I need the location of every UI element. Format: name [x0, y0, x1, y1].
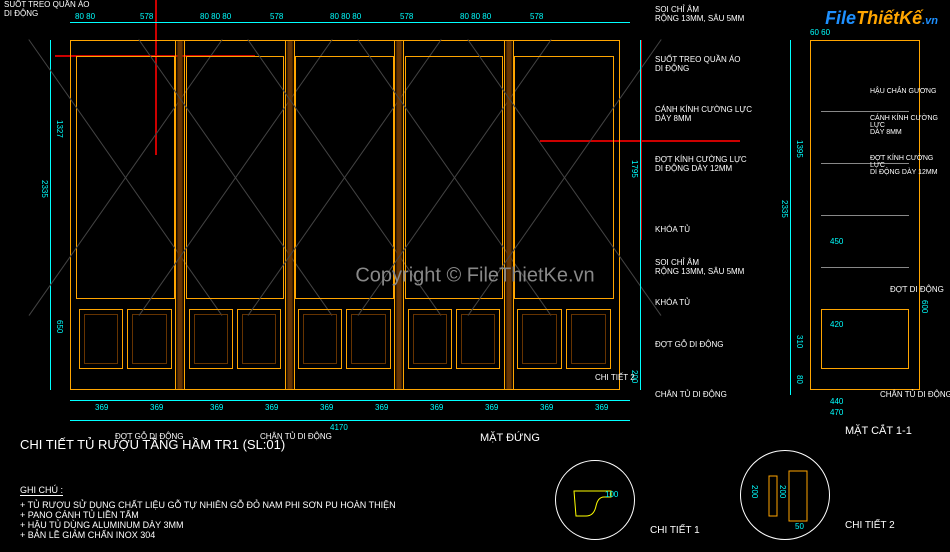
- bay-glass-panel: [295, 56, 394, 299]
- dim-section-310: 310: [795, 335, 804, 348]
- dim-line: [50, 40, 51, 390]
- note-item: BẢN LỀ GIẢM CHẤN INOX 304: [20, 530, 396, 540]
- bay-lower-doors: [408, 309, 501, 369]
- dim-bottom-369: 369: [320, 403, 333, 412]
- label-chi-tiet-2: CHI TIẾT 2: [595, 373, 635, 382]
- dim-section-420: 420: [830, 320, 843, 329]
- section-shelf: [821, 215, 909, 216]
- dim-section-2335: 2335: [780, 200, 789, 218]
- dim-line: [640, 40, 641, 390]
- dim-left-2335: 2335: [40, 180, 49, 198]
- label-hau-chan-guong: HẬU CHẮN GƯƠNG: [870, 88, 945, 95]
- notes-title: GHI CHÚ :: [20, 485, 63, 496]
- drawing-main-title: CHI TIẾT TỦ RƯỢU TẦNG HẦM TR1 (SL:01): [20, 437, 285, 452]
- label-canh-kinh-section: CÁNH KÍNH CƯỜNG LỰCDÀY 8MM: [870, 115, 945, 136]
- label-canh-kinh: CÁNH KÍNH CƯỜNG LỰCDÀY 8MM: [655, 105, 752, 123]
- label-khoa-tu-2: KHÓA TỦ: [655, 298, 690, 307]
- elevation-frame: [70, 40, 620, 390]
- label-dot-di-dong: ĐỢT DI ĐỘNG: [890, 285, 944, 294]
- dim-line: [70, 22, 630, 23]
- bay-lower-doors: [517, 309, 611, 369]
- label-dot-kinh: ĐỢT KÍNH CƯỜNG LỰCDI ĐỘNG DÀY 12MM: [655, 155, 747, 173]
- dim-bottom-4170: 4170: [330, 423, 348, 432]
- bay-lower-doors: [298, 309, 391, 369]
- logo-part-file: File: [825, 8, 856, 28]
- note-item: TỦ RƯỢU SỬ DỤNG CHẤT LIỆU GỖ TỰ NHIÊN GỖ…: [20, 500, 396, 510]
- dim-section-450: 450: [830, 237, 843, 246]
- logo-part-vn: .vn: [922, 15, 938, 27]
- section-title: MẶT CẮT 1-1: [845, 425, 912, 437]
- dim-bottom-369: 369: [265, 403, 278, 412]
- dim-bottom-369: 369: [595, 403, 608, 412]
- label-suot-treo-right: SUỐT TREO QUẦN ÁODI ĐỘNG: [655, 55, 741, 73]
- section-shelf: [821, 267, 909, 268]
- bay-glass-panel: [514, 56, 614, 299]
- dim-section-440: 440: [830, 397, 843, 406]
- dim-bottom-369: 369: [485, 403, 498, 412]
- bay-lower-doors: [79, 309, 172, 369]
- dim-line: [790, 40, 791, 395]
- cabinet-bay: [181, 41, 291, 389]
- drawing-notes: GHI CHÚ : TỦ RƯỢU SỬ DỤNG CHẤT LIỆU GỖ T…: [20, 485, 396, 540]
- logo-part-thietke: ThiếtKế: [856, 8, 922, 28]
- bay-glass-panel: [405, 56, 504, 299]
- detail-1-profile: [556, 461, 636, 541]
- dim-left-650: 650: [55, 320, 64, 333]
- dim-bottom-369: 369: [150, 403, 163, 412]
- dim-section-600: 600: [920, 300, 929, 313]
- dim-top-80: 80 80 80: [330, 12, 361, 21]
- dim-section-80: 80: [795, 375, 804, 384]
- label-dot-kinh-section: ĐỢT KÍNH CƯỜNG LỰCDI ĐỘNG DÀY 12MM: [870, 155, 945, 176]
- dim-line: [70, 400, 630, 401]
- dim-detail1-100: 100: [605, 490, 618, 499]
- bay-lower-doors: [189, 309, 282, 369]
- cabinet-bay: [400, 41, 510, 389]
- dim-bottom-369: 369: [375, 403, 388, 412]
- dim-top-578: 578: [270, 12, 283, 21]
- dim-bottom-369: 369: [210, 403, 223, 412]
- dim-detail2-200: 200: [750, 485, 759, 498]
- elevation-drawing: [70, 40, 620, 390]
- dim-section-60: 60 60: [810, 28, 830, 37]
- elevation-title: MẶT ĐỨNG: [480, 432, 540, 444]
- dim-section-1395: 1395: [795, 140, 804, 158]
- dim-bottom-369: 369: [95, 403, 108, 412]
- section-lower-cabinet: [821, 309, 909, 369]
- label-chan-tu-section: CHÂN TỦ DI ĐỘNG: [880, 390, 950, 399]
- label-dot-go: ĐỢT GỖ DI ĐỘNG: [655, 340, 724, 349]
- dim-left-1327: 1327: [55, 120, 64, 138]
- note-item: PANO CÁNH TỦ LIỀN TẤM: [20, 510, 396, 520]
- dim-detail2-50: 50: [795, 522, 804, 531]
- dim-line: [70, 420, 630, 421]
- dim-section-470: 470: [830, 408, 843, 417]
- label-khoa-tu: KHÓA TỦ: [655, 225, 690, 234]
- dim-top-578: 578: [400, 12, 413, 21]
- dim-bottom-369: 369: [540, 403, 553, 412]
- dim-right-1795: 1795: [630, 160, 639, 178]
- dim-top-578: 578: [530, 12, 543, 21]
- cabinet-bay: [509, 41, 619, 389]
- dim-bottom-369: 369: [430, 403, 443, 412]
- detail-1-circle: [555, 460, 635, 540]
- note-item: HẬU TỦ DÙNG ALUMINUM DÀY 3MM: [20, 520, 396, 530]
- cabinet-bay: [71, 41, 181, 389]
- section-shelf: [821, 111, 909, 112]
- dim-top-80-center: 80 80 80: [200, 12, 231, 21]
- label-soi-chi-am-2: SOI CHỈ ÂMRỘNG 13MM, SÂU 5MM: [655, 258, 744, 276]
- bay-glass-panel: [76, 56, 175, 299]
- bay-glass-panel: [186, 56, 285, 299]
- label-chan-tu: CHÂN TỦ DI ĐỘNG: [655, 390, 727, 399]
- label-soi-chi-am: SOI CHỈ ÂMRỘNG 13MM, SÂU 5MM: [655, 5, 744, 23]
- watermark-logo: FileThiếtKế.vn: [825, 8, 938, 29]
- dim-detail2-200b: 200: [778, 485, 787, 498]
- cabinet-bay: [290, 41, 400, 389]
- dim-top-578: 578: [140, 12, 153, 21]
- detail-2-label: CHI TIẾT 2: [845, 520, 895, 531]
- detail-1-label: CHI TIẾT 1: [650, 525, 700, 536]
- label-suot-treo: SUỐT TREO QUẦN ÁODI ĐỘNG: [4, 0, 90, 18]
- dim-top-80: 80 80 80: [460, 12, 491, 21]
